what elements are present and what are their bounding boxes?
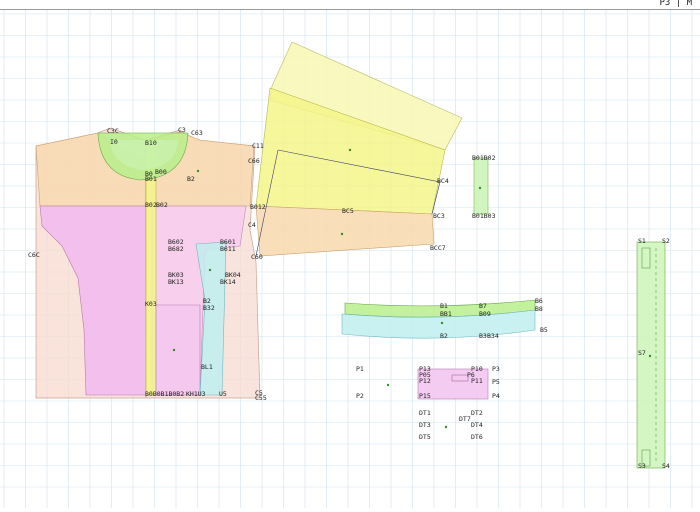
small-strip-piece[interactable] bbox=[473, 157, 489, 215]
label-kh1u3: KH1U3 bbox=[186, 390, 206, 398]
label-bbb1: BB1 bbox=[440, 310, 452, 318]
label-s7: S7 bbox=[638, 349, 646, 357]
label-b00: B00 bbox=[155, 168, 167, 176]
corner-label: P3 | M bbox=[657, 0, 694, 8]
top-bar: P3 | M bbox=[0, 0, 700, 10]
label-c66: C66 bbox=[248, 157, 260, 165]
label-dt4: DT4 bbox=[471, 421, 483, 429]
label-bbb8: B8 bbox=[535, 305, 543, 313]
label-s1: S1 bbox=[638, 237, 646, 245]
label-c60: C60 bbox=[251, 253, 263, 261]
label-dt1: DT1 bbox=[419, 409, 431, 417]
label-p2: P2 bbox=[356, 392, 364, 400]
label-p4: P4 bbox=[492, 392, 500, 400]
label-p11: P11 bbox=[471, 377, 483, 385]
label-bk13: BK13 bbox=[168, 278, 184, 286]
label-bc5: BC5 bbox=[342, 207, 354, 215]
label-bb5: B5 bbox=[540, 326, 548, 334]
label-b01: B01 bbox=[145, 175, 157, 183]
label-p1: P1 bbox=[356, 365, 364, 373]
label-dt6: DT6 bbox=[471, 433, 483, 441]
label-i0: I0 bbox=[110, 138, 118, 146]
pattern-drawing[interactable]: C3C C3 C63 I0 B10 C11 C66 B0 B01 B00 B2 … bbox=[0, 0, 700, 508]
label-c3: C3 bbox=[178, 126, 186, 134]
label-dt2: DT2 bbox=[471, 409, 483, 417]
label-p12: P12 bbox=[419, 377, 431, 385]
label-s3: S3 bbox=[638, 462, 646, 470]
label-b32: B32 bbox=[203, 304, 215, 312]
label-bcc7: BCC7 bbox=[430, 244, 446, 252]
label-p5: P5 bbox=[492, 378, 500, 386]
front-lower-magenta[interactable] bbox=[155, 304, 201, 396]
label-bb4: B34 bbox=[487, 332, 499, 340]
label-bk14: BK14 bbox=[220, 278, 236, 286]
label-b611: B611 bbox=[220, 245, 236, 253]
label-dt3: DT3 bbox=[419, 421, 431, 429]
pattern-canvas[interactable]: C3C C3 C63 I0 B10 C11 C66 B0 B01 B00 B2 … bbox=[0, 0, 700, 508]
label-bbb9: B09 bbox=[479, 310, 491, 318]
label-b012: B012 bbox=[250, 203, 266, 211]
label-k03: K03 bbox=[145, 300, 157, 308]
label-c4: C4 bbox=[248, 221, 256, 229]
label-bb6: B6 bbox=[535, 297, 543, 305]
label-c3c: C3C bbox=[107, 127, 119, 135]
label-bb2: B2 bbox=[440, 332, 448, 340]
label-c11: C11 bbox=[252, 142, 264, 150]
label-b01-b03: B01B03 bbox=[472, 212, 496, 220]
label-b02-mid: B02 bbox=[156, 201, 168, 209]
label-s4: S4 bbox=[662, 462, 670, 470]
label-bb1: B1 bbox=[440, 302, 448, 310]
label-b2: B2 bbox=[187, 175, 195, 183]
label-p15: P15 bbox=[419, 392, 431, 400]
label-b10: B10 bbox=[145, 139, 157, 147]
label-p3: P3 bbox=[492, 365, 500, 373]
label-b682: B682 bbox=[168, 245, 184, 253]
label-bb3: B3 bbox=[479, 332, 487, 340]
label-dt5: DT5 bbox=[419, 433, 431, 441]
label-u5: U5 bbox=[219, 390, 227, 398]
label-b01-b02: B01B02 bbox=[472, 154, 496, 162]
label-c6c: C6C bbox=[28, 251, 40, 259]
label-dt7: DT7 bbox=[459, 415, 471, 423]
label-bottom-codes: B0B0B1B0B2 bbox=[145, 390, 184, 398]
label-bbb7: B7 bbox=[479, 302, 487, 310]
label-bl1: BL1 bbox=[201, 363, 213, 371]
label-c63: C63 bbox=[191, 129, 203, 137]
label-c55: C55 bbox=[255, 394, 267, 402]
label-bc3: BC3 bbox=[433, 212, 445, 220]
label-s2: S2 bbox=[662, 237, 670, 245]
label-bc4: BC4 bbox=[437, 177, 449, 185]
